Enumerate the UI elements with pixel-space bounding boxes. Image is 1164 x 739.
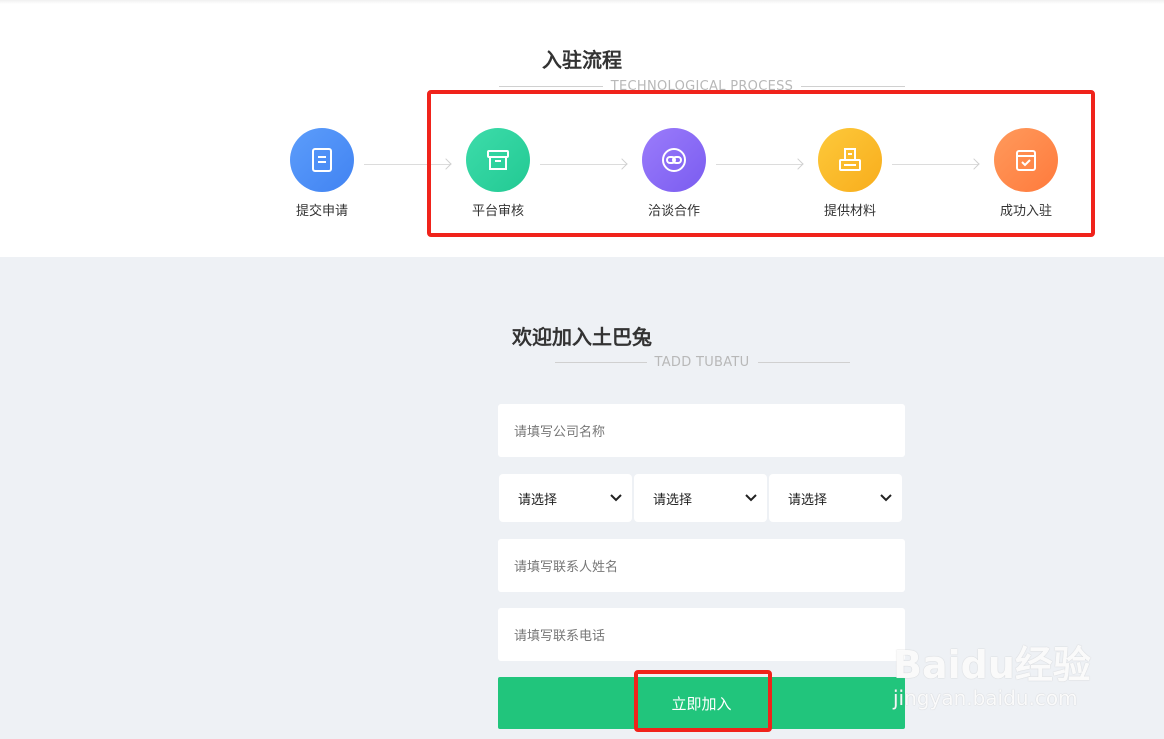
select-value: 请选择 <box>518 492 558 508</box>
divider-line <box>757 362 850 363</box>
join-title: 欢迎加入土巴兔 <box>512 325 652 349</box>
divider-line <box>498 86 603 87</box>
join-subtitle: TADD TUBATU <box>654 355 750 370</box>
chevron-down-icon <box>610 494 622 502</box>
company-name-input[interactable]: 请填写公司名称 <box>498 404 905 457</box>
baidu-watermark-logo: Baidu经验 <box>893 643 1091 687</box>
divider-line <box>554 362 647 363</box>
phone-placeholder: 请填写联系电话 <box>514 629 606 644</box>
process-title: 入驻流程 <box>542 48 622 72</box>
company-name-placeholder: 请填写公司名称 <box>514 425 606 440</box>
city-select[interactable]: 请选择 <box>634 474 767 522</box>
select-value: 请选择 <box>788 492 828 508</box>
document-icon <box>290 128 354 192</box>
district-select[interactable]: 请选择 <box>769 474 902 522</box>
province-select[interactable]: 请选择 <box>499 474 632 522</box>
contact-name-input[interactable]: 请填写联系人姓名 <box>498 539 905 592</box>
divider-line <box>801 86 906 87</box>
contact-name-placeholder: 请填写联系人姓名 <box>514 560 619 575</box>
baidu-watermark-url: jingyan.baidu.com <box>893 686 1078 710</box>
step-submit-application: 提交申请 <box>277 128 367 219</box>
chevron-down-icon <box>745 494 757 502</box>
header-shadow <box>0 0 1164 4</box>
annotation-highlight-steps <box>427 90 1095 237</box>
step-label: 提交申请 <box>295 204 348 219</box>
join-subtitle-row: TADD TUBATU <box>552 355 852 370</box>
select-value: 请选择 <box>653 492 693 508</box>
annotation-highlight-submit <box>634 670 772 732</box>
phone-input[interactable]: 请填写联系电话 <box>498 608 905 661</box>
chevron-down-icon <box>880 494 892 502</box>
